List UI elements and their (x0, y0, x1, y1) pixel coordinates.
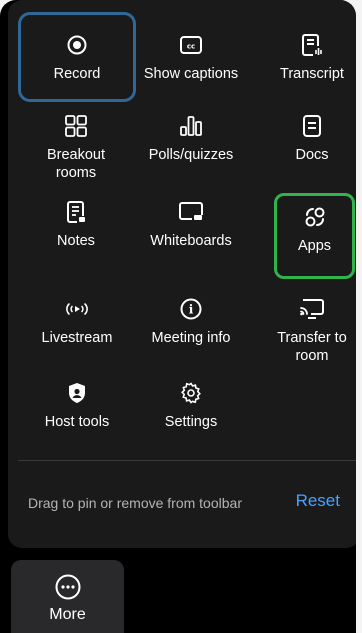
more-menu: Record cc Show captions Transcript Break… (8, 0, 356, 548)
show-captions-button[interactable]: cc Show captions (138, 31, 244, 111)
record-button[interactable]: Record (18, 12, 136, 102)
apps-button[interactable]: Apps (274, 193, 355, 279)
docs-button[interactable]: Docs (259, 112, 356, 192)
gear-icon (180, 379, 202, 407)
polls-quizzes-button[interactable]: Polls/quizzes (138, 112, 244, 192)
svg-text:cc: cc (187, 43, 195, 51)
transcript-button[interactable]: Transcript (259, 31, 356, 111)
notes-button[interactable]: Notes (23, 198, 129, 278)
meeting-info-button[interactable]: i Meeting info (138, 295, 244, 375)
whiteboards-label: Whiteboards (150, 233, 232, 249)
settings-button[interactable]: Settings (138, 379, 244, 459)
breakout-rooms-button[interactable]: Breakout rooms (23, 112, 129, 192)
docs-icon (303, 112, 321, 140)
info-icon: i (180, 295, 202, 323)
livestream-icon (64, 295, 90, 323)
notes-label: Notes (57, 233, 95, 249)
host-tools-button[interactable]: Host tools (18, 379, 136, 459)
host-tools-label: Host tools (44, 414, 110, 430)
polls-icon (180, 112, 202, 140)
transfer-icon (300, 295, 324, 323)
breakout-rooms-icon (65, 112, 87, 140)
breakout-rooms-label: Breakout rooms (46, 147, 106, 181)
shield-icon (67, 379, 87, 407)
livestream-button[interactable]: Livestream (18, 295, 136, 375)
transfer-to-room-button[interactable]: Transfer to room (259, 295, 356, 375)
more-label: More (49, 606, 86, 623)
transfer-to-room-label: Transfer to room (277, 330, 347, 364)
svg-text:i: i (189, 303, 194, 317)
footer-hint: Drag to pin or remove from toolbar (28, 495, 242, 511)
livestream-label: Livestream (41, 330, 113, 346)
more-icon (55, 574, 81, 600)
transcript-label: Transcript (280, 66, 344, 82)
record-icon (67, 31, 87, 59)
notes-icon (66, 198, 86, 226)
transcript-icon (302, 31, 322, 59)
reset-button[interactable]: Reset (296, 491, 340, 511)
docs-label: Docs (295, 147, 329, 163)
apps-label: Apps (297, 238, 332, 254)
captions-icon: cc (180, 31, 202, 59)
whiteboard-icon (179, 198, 203, 226)
settings-label: Settings (164, 414, 218, 430)
polls-quizzes-label: Polls/quizzes (148, 147, 234, 163)
whiteboards-button[interactable]: Whiteboards (138, 198, 244, 278)
meeting-info-label: Meeting info (151, 330, 231, 346)
record-label: Record (53, 66, 101, 82)
divider (18, 460, 356, 461)
show-captions-label: Show captions (143, 66, 239, 82)
more-button[interactable]: More (11, 560, 124, 633)
more-panel: Record cc Show captions Transcript Break… (0, 0, 356, 633)
apps-icon (304, 203, 326, 231)
